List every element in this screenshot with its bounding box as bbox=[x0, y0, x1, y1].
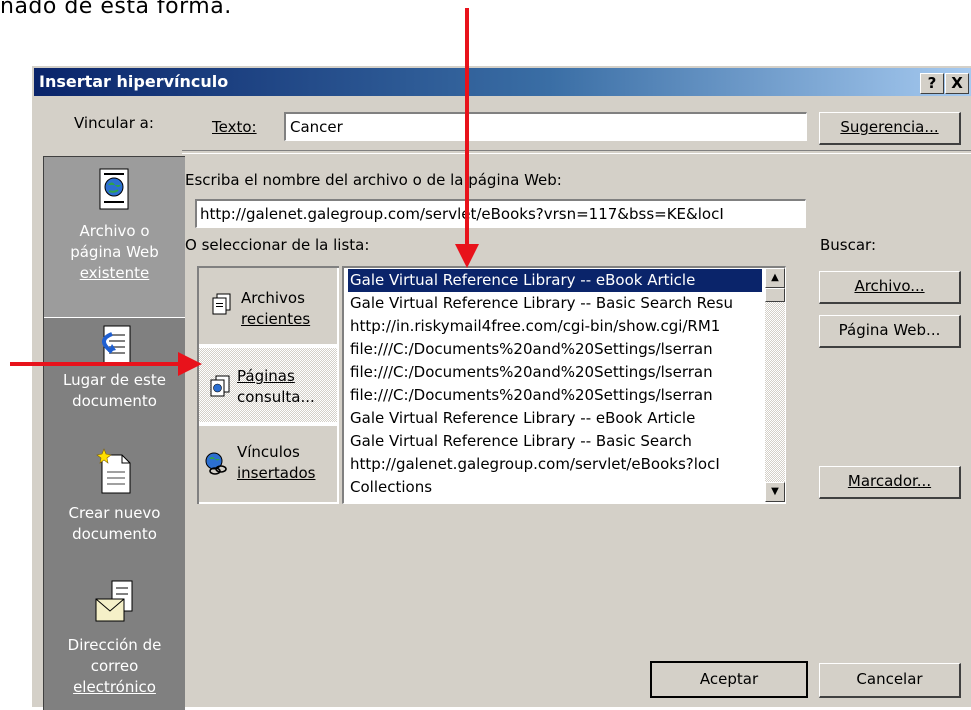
select-from-list-label: O seleccionar de la lista: bbox=[185, 236, 370, 254]
address-input-value: http://galenet.galegroup.com/servlet/eBo… bbox=[200, 205, 724, 223]
text-label: Texto: bbox=[212, 118, 257, 136]
list-item[interactable]: Gale Virtual Reference Library -- Basic … bbox=[348, 430, 762, 453]
list-item[interactable]: file:///C:/Documents%20and%20Settings/ls… bbox=[348, 338, 762, 361]
nav-item-email-address[interactable]: Dirección de correo electrónico bbox=[44, 575, 185, 710]
list-item[interactable]: Gale Virtual Reference Library -- eBook … bbox=[348, 407, 762, 430]
list-scrollbar[interactable]: ▲ ▼ bbox=[765, 268, 785, 502]
document-place-icon bbox=[102, 325, 131, 365]
nav-label-line2: página Web bbox=[70, 243, 159, 261]
inserted-links-button[interactable]: Vínculos insertados bbox=[199, 426, 337, 502]
dialog-title: Insertar hipervínculo bbox=[39, 72, 229, 91]
email-icon bbox=[95, 580, 133, 622]
nav-label-line2: documento bbox=[72, 525, 157, 543]
nav-item-new-document[interactable]: Crear nuevo documento bbox=[44, 445, 185, 567]
browsed-pages-button[interactable]: Páginas consulta... bbox=[199, 348, 337, 422]
browse-web-page-button[interactable]: Página Web... bbox=[819, 315, 961, 348]
list-item[interactable]: http://in.riskymail4free.com/cgi-bin/sho… bbox=[348, 315, 762, 338]
list-item[interactable]: Collections bbox=[348, 476, 762, 499]
insert-hyperlink-dialog: Insertar hipervínculo ? X Vincular a: Ar… bbox=[30, 64, 971, 710]
title-bar[interactable]: Insertar hipervínculo ? X bbox=[34, 68, 971, 96]
recent-files-button[interactable]: Archivos recientes bbox=[199, 268, 337, 344]
address-input[interactable]: http://galenet.galegroup.com/servlet/eBo… bbox=[195, 199, 806, 228]
nav-item-place-in-document[interactable]: Lugar de este documento bbox=[44, 318, 185, 440]
list-item[interactable]: Gale Virtual Reference Library -- Basic … bbox=[348, 292, 762, 315]
list-item[interactable]: http://galenet.galegroup.com/servlet/eBo… bbox=[348, 453, 762, 476]
new-document-icon bbox=[96, 448, 131, 494]
web-file-icon bbox=[99, 168, 129, 210]
suggestion-button[interactable]: Sugerencia... bbox=[819, 112, 961, 145]
browsed-pages-icon bbox=[210, 375, 230, 397]
nav-label-line1: Crear nuevo bbox=[68, 504, 161, 522]
nav-label-line1: Archivo o bbox=[79, 222, 150, 240]
separator bbox=[182, 150, 971, 154]
browse-file-button[interactable]: Archivo... bbox=[819, 271, 961, 304]
nav-label-line1: Dirección de bbox=[67, 636, 162, 654]
scroll-up-arrow-icon[interactable]: ▲ bbox=[765, 268, 785, 288]
nav-item-existing-file[interactable]: Archivo o página Web existente bbox=[44, 157, 185, 318]
link-to-bar: Archivo o página Web existente Lugar de … bbox=[43, 156, 185, 710]
scroll-down-arrow-icon[interactable]: ▼ bbox=[765, 482, 785, 502]
nav-label-line2: documento bbox=[72, 392, 157, 410]
scroll-thumb[interactable] bbox=[765, 288, 785, 302]
link-to-label: Vincular a: bbox=[74, 114, 154, 132]
cancel-button[interactable]: Cancelar bbox=[819, 663, 961, 698]
text-input-value: Cancer bbox=[290, 118, 343, 136]
text-input[interactable]: Cancer bbox=[284, 112, 807, 141]
list-item[interactable]: Gale Virtual Reference Library -- eBook … bbox=[348, 269, 762, 292]
list-item[interactable]: file:///C:/Documents%20and%20Settings/ls… bbox=[348, 384, 762, 407]
address-label: Escriba el nombre del archivo o de la pá… bbox=[185, 171, 562, 189]
bookmark-button[interactable]: Marcador... bbox=[819, 466, 961, 499]
inserted-links-icon bbox=[205, 452, 227, 475]
close-button[interactable]: X bbox=[945, 73, 969, 94]
ok-button[interactable]: Aceptar bbox=[650, 661, 808, 698]
link-source-panel: Archivos recientes Páginas consulta... V… bbox=[197, 266, 339, 504]
nav-label-line3: existente bbox=[79, 264, 150, 282]
nav-label-line3: electrónico bbox=[73, 678, 156, 696]
help-button[interactable]: ? bbox=[920, 73, 944, 94]
list-item[interactable]: file:///C:/Documents%20and%20Settings/ls… bbox=[348, 361, 762, 384]
page-caption: nado de esta forma. bbox=[0, 0, 232, 19]
browse-label: Buscar: bbox=[820, 236, 877, 254]
nav-label-line2: correo bbox=[90, 657, 139, 675]
recent-files-icon bbox=[212, 293, 231, 315]
browsed-pages-list[interactable]: Gale Virtual Reference Library -- eBook … bbox=[342, 266, 786, 504]
nav-label-line1: Lugar de este bbox=[63, 371, 166, 389]
